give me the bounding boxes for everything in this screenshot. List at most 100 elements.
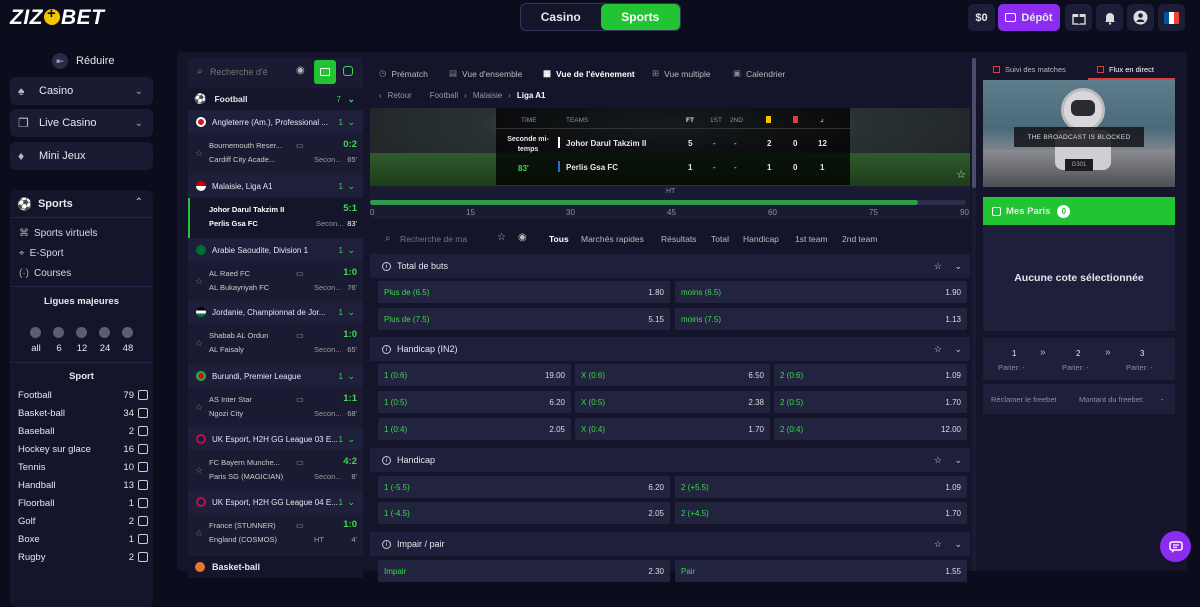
match-row[interactable]: ☆ Bournemouth Reser... Cardiff City Acad… [188,134,363,174]
star-icon[interactable]: ☆ [195,402,203,413]
balance[interactable]: $0 [968,4,995,31]
star-icon[interactable]: ☆ [934,261,942,272]
live-stream-player[interactable]: THE BROADCAST IS BLOCKED G301 [983,80,1175,187]
chevron-down-icon[interactable]: ⌄ [954,455,962,466]
sport-checkbox[interactable] [138,444,148,454]
notifications-button[interactable] [1096,4,1123,31]
sport-checkbox[interactable] [138,426,148,436]
odd-button[interactable]: Plus de (7.5) 5.15 [378,308,670,330]
sport-header-football[interactable]: ⚽ Football 7 ⌄ [188,88,363,110]
odd-button[interactable]: Impair 2.30 [378,560,670,582]
league-header[interactable]: Burundi, Premier League 1 ⌄ [188,365,363,387]
star-icon[interactable]: ☆ [934,455,942,466]
match-row-selected[interactable]: Johor Darul Takzim II Perlis Gsa FC Seco… [188,198,363,238]
odd-button[interactable]: 2 (0:6) 1.09 [774,364,967,386]
language-button[interactable] [1158,4,1185,31]
sport-checkbox[interactable] [138,498,148,508]
chevron-down-icon[interactable]: ⌄ [954,539,962,550]
market-tab-1st-team[interactable]: 1st team [795,234,828,244]
market-search-input[interactable] [400,232,474,246]
event-search-input[interactable] [210,65,295,79]
collapse-button[interactable]: ⇤ Réduire [52,53,115,69]
market-tab-2nd-team[interactable]: 2nd team [842,234,877,244]
filter-dot-all[interactable] [30,327,41,338]
market-tab-quick[interactable]: Marchés rapides [581,234,644,244]
odd-button[interactable]: 1 (0:5) 6.20 [378,391,571,413]
sport-checkbox[interactable] [138,408,148,418]
league-header[interactable]: Angleterre (Am.), Professional ... 1 ⌄ [188,111,363,133]
match-row[interactable]: ☆ AS Inter Star Ngozi City ▭ Secon... 1:… [188,388,363,428]
odd-button[interactable]: 2 (0:4) 12.00 [774,418,967,440]
breadcrumb-item[interactable]: Football [430,91,458,100]
sidebar-item-virtual-sports[interactable]: ⌘ Sports virtuels [19,228,97,239]
star-icon[interactable]: ☆ [195,465,203,476]
chevron-down-icon[interactable]: ⌄ [954,261,962,272]
odd-button[interactable]: X (0:4) 1.70 [575,418,770,440]
sport-checkbox[interactable] [138,390,148,400]
eye-icon[interactable]: ◉ [518,232,527,243]
filter-dot-48[interactable] [122,327,133,338]
odd-button[interactable]: 1 (-4.5) 2.05 [378,502,670,524]
odd-button[interactable]: moins (7.5) 1.13 [675,308,967,330]
sidebar-item-mini-jeux[interactable]: ♦ Mini Jeux [10,142,153,170]
sport-checkbox[interactable] [138,516,148,526]
sport-filter-row[interactable]: Rugby 2 [18,552,148,566]
tab-event-view[interactable]: ▦ Vue de l'événement [543,68,635,79]
sport-checkbox[interactable] [138,480,148,490]
match-row[interactable]: ☆ AL Raed FC AL Bukayriyah FC ▭ Secon...… [188,262,363,302]
star-icon[interactable]: ☆ [195,148,203,159]
calendar-filter-icon[interactable] [343,66,353,76]
odd-button[interactable]: X (0:6) 6.50 [575,364,770,386]
market-tab-all[interactable]: Tous [549,234,569,244]
star-icon[interactable]: ☆ [497,232,506,243]
odd-button[interactable]: Plus de (6.5) 1.80 [378,281,670,303]
star-icon[interactable]: ☆ [934,539,942,550]
scrollbar-thumb[interactable] [972,58,976,188]
sport-checkbox[interactable] [138,534,148,544]
sport-filter-row[interactable]: Baseball 2 [18,426,148,440]
sidebar-item-live-casino[interactable]: ❐ Live Casino ⌄ [10,109,153,137]
breadcrumb-item[interactable]: Malaisie [473,91,502,100]
tab-live-stream[interactable]: Flux en direct [1097,65,1154,74]
odd-button[interactable]: 2 (+5.5) 1.09 [675,476,967,498]
logo[interactable]: ZIZBET [10,5,105,30]
scrollbar[interactable] [972,58,976,571]
tab-overview[interactable]: ▤ Vue d'ensemble [449,68,522,79]
league-header[interactable]: UK Esport, H2H GG League 04 E... 1 ⌄ [188,491,363,513]
sport-filter-row[interactable]: Tennis 10 [18,462,148,476]
filter-dot-6[interactable] [53,327,64,338]
account-button[interactable] [1127,4,1154,31]
odd-button[interactable]: 2 (+4.5) 1.70 [675,502,967,524]
sport-filter-row[interactable]: Football 79 [18,390,148,404]
claim-freebet-link[interactable]: Réclamer le freebet [991,395,1056,404]
tab-calendar[interactable]: ▣ Calendrier [733,68,785,79]
sport-checkbox[interactable] [138,462,148,472]
market-tab-results[interactable]: Résultats [661,234,696,244]
market-header[interactable]: i Handicap ☆ ⌄ [370,448,970,472]
sidebar-item-casino[interactable]: ♠ Casino ⌄ [10,77,153,105]
star-icon[interactable]: ☆ [195,338,203,349]
match-row[interactable]: ☆ FC Bayern Munche... Paris SG (MAGICIAN… [188,451,363,491]
tab-multi-view[interactable]: ⊞ Vue multiple [652,68,711,79]
chat-button[interactable] [1160,531,1191,562]
sport-filter-row[interactable]: Floorball 1 [18,498,148,512]
filter-dot-24[interactable] [99,327,110,338]
star-icon[interactable]: ☆ [195,528,203,539]
tab-match-tracker[interactable]: Suivi des matches [993,65,1066,74]
filter-dot-12[interactable] [76,327,87,338]
deposit-button[interactable]: Dépôt [998,4,1060,31]
live-filter-button[interactable] [314,60,336,84]
tab-casino[interactable]: Casino [521,4,601,30]
odd-button[interactable]: X (0:5) 2.38 [575,391,770,413]
league-header[interactable]: Malaisie, Liga A1 1 ⌄ [188,175,363,197]
market-header[interactable]: i Total de buts ☆ ⌄ [370,254,970,278]
sport-filter-row[interactable]: Handball 13 [18,480,148,494]
sport-filter-row[interactable]: Basket-ball 34 [18,408,148,422]
sidebar-item-esport[interactable]: ⌖ E-Sport [19,248,64,259]
sport-checkbox[interactable] [138,552,148,562]
bet-slip-header[interactable]: Mes Paris 0 [983,197,1175,225]
odd-button[interactable]: 1 (0:6) 19.00 [378,364,571,386]
match-row[interactable]: ☆ Shabab AL Ordun AL Faisaly ▭ Secon... … [188,324,363,364]
odd-button[interactable]: Pair 1.55 [675,560,967,582]
sport-header-basketball[interactable]: Basket-ball [188,556,363,578]
